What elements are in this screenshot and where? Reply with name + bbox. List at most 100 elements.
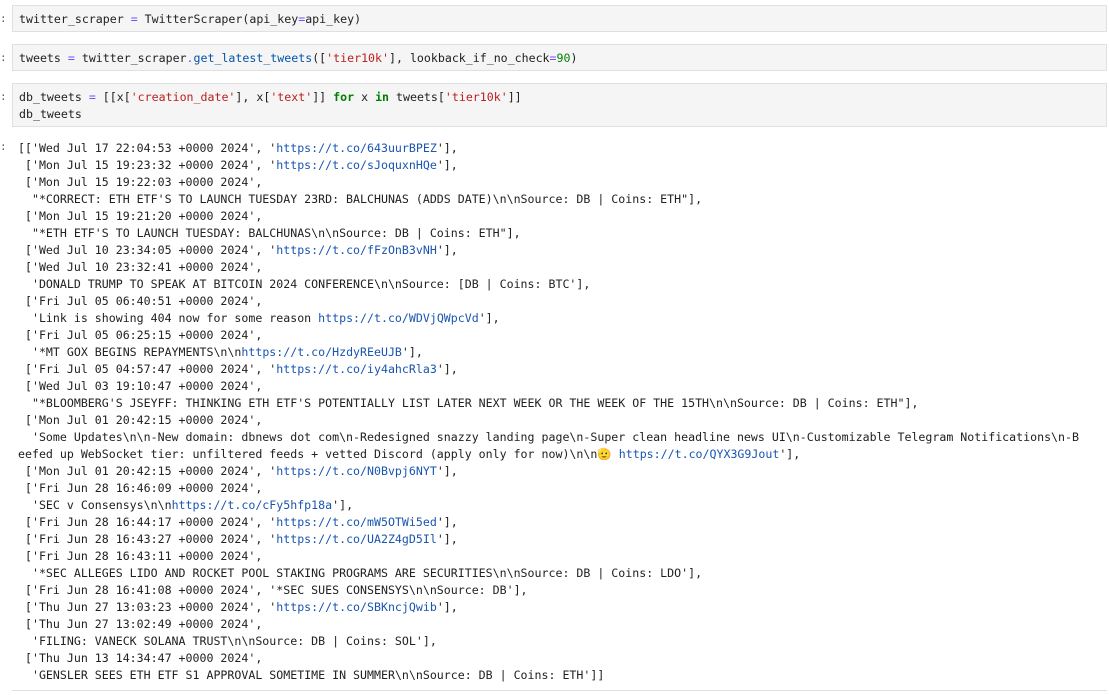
cell-prompt: : — [0, 90, 7, 103]
output-text: '], — [436, 141, 458, 155]
output-line: ['Fri Jun 28 16:43:11 +0000 2024', — [18, 548, 1106, 565]
tweet-link[interactable]: https://t.co/fFzOnB3vNH — [276, 243, 437, 257]
tweet-link[interactable]: https://t.co/mW5OTWi5ed — [276, 515, 437, 529]
tweet-link[interactable]: https://t.co/UA2Z4gD5Il — [276, 532, 437, 546]
output-text: '], — [478, 311, 500, 325]
output-text: '], — [436, 532, 458, 546]
code-token: in — [375, 90, 390, 104]
output-text: 'Link is showing 404 now for some reason — [18, 311, 319, 325]
code-token: twitter_scraper — [74, 51, 187, 65]
output-line: ['Mon Jul 15 19:23:32 +0000 2024', 'http… — [18, 157, 1106, 174]
code-token: 'tier10k' — [444, 90, 508, 104]
code-token: for — [333, 90, 355, 104]
output-text: 'Some Updates\n\n-New domain: dbnews dot… — [18, 430, 1079, 444]
tweet-link[interactable]: https://t.co/QYX3G9Jout — [619, 447, 780, 461]
code-token: = — [67, 51, 75, 65]
output-text: "*ETH ETF'S TO LAUNCH TUESDAY: BALCHUNAS… — [18, 226, 521, 240]
output-text: 'GENSLER SEES ETH ETF S1 APPROVAL SOMETI… — [18, 668, 605, 682]
output-text: eefed up WebSocket tier: unfiltered feed… — [18, 447, 619, 461]
code-token: tweets — [19, 51, 68, 65]
tweet-link[interactable]: https://t.co/643uurBPEZ — [276, 141, 437, 155]
output-text: ['Mon Jul 15 19:21:20 +0000 2024', — [18, 209, 263, 223]
output-text: '*MT GOX BEGINS REPAYMENTS\n\n — [18, 345, 242, 359]
tweet-link[interactable]: https://t.co/SBKncjQwib — [276, 600, 437, 614]
code-token: ]] — [507, 90, 522, 104]
output-line: 'DONALD TRUMP TO SPEAK AT BITCOIN 2024 C… — [18, 276, 1106, 293]
output-line: [['Wed Jul 17 22:04:53 +0000 2024', 'htt… — [18, 140, 1106, 157]
output-text: 'FILING: VANECK SOLANA TRUST\n\nSource: … — [18, 634, 437, 648]
code-token: ], x[ — [235, 90, 271, 104]
output-text: ['Mon Jul 15 19:23:32 +0000 2024', ' — [18, 158, 277, 172]
output-line: 'Link is showing 404 now for some reason… — [18, 310, 1106, 327]
tweet-link[interactable]: https://t.co/cFy5hfp18a — [172, 498, 333, 512]
output-text: '], — [779, 447, 801, 461]
cell-prompt: : — [0, 51, 7, 64]
cell-output: [['Wed Jul 17 22:04:53 +0000 2024', 'htt… — [18, 140, 1106, 684]
output-line: ['Thu Jun 27 13:03:23 +0000 2024', 'http… — [18, 599, 1106, 616]
output-line: ['Thu Jun 27 13:02:49 +0000 2024', — [18, 616, 1106, 633]
tweet-link[interactable]: https://t.co/HzdyREeUJB — [241, 345, 402, 359]
code-token: 'tier10k' — [326, 51, 389, 65]
tweet-link[interactable]: https://t.co/sJoquxnHQe — [276, 158, 437, 172]
code-token: 'creation_date' — [130, 90, 236, 104]
output-text: '], — [436, 158, 458, 172]
output-text: '], — [436, 515, 458, 529]
output-text: 'DONALD TRUMP TO SPEAK AT BITCOIN 2024 C… — [18, 277, 591, 291]
output-line: ['Fri Jul 05 04:57:47 +0000 2024', 'http… — [18, 361, 1106, 378]
output-line: '*SEC ALLEGES LIDO AND ROCKET POOL STAKI… — [18, 565, 1106, 582]
output-line: ['Fri Jul 05 06:25:15 +0000 2024', — [18, 327, 1106, 344]
code-token: TwitterScraper(api_key — [137, 12, 299, 26]
output-line: ['Mon Jul 01 20:42:15 +0000 2024', 'http… — [18, 463, 1106, 480]
code-token: db_tweets — [19, 90, 89, 104]
output-text: '], — [332, 498, 354, 512]
output-text: ['Fri Jun 28 16:41:08 +0000 2024', '*SEC… — [18, 583, 528, 597]
output-text: ['Fri Jul 05 06:25:15 +0000 2024', — [18, 328, 263, 342]
output-text: ['Mon Jul 15 19:22:03 +0000 2024', — [18, 175, 263, 189]
output-text: ['Fri Jun 28 16:46:09 +0000 2024', — [18, 481, 263, 495]
output-line: 'FILING: VANECK SOLANA TRUST\n\nSource: … — [18, 633, 1106, 650]
code-cell-scraper-init[interactable]: twitter_scraper = TwitterScraper(api_key… — [12, 5, 1107, 32]
output-text: ['Mon Jul 01 20:42:15 +0000 2024', — [18, 413, 263, 427]
output-line: ['Wed Jul 10 23:34:05 +0000 2024', 'http… — [18, 242, 1106, 259]
output-text: '], — [436, 464, 458, 478]
code-token: twitter_scraper — [19, 12, 131, 26]
output-line: ['Fri Jun 28 16:44:17 +0000 2024', 'http… — [18, 514, 1106, 531]
code-token: 90 — [556, 51, 571, 65]
output-text: ['Thu Jun 27 13:03:23 +0000 2024', ' — [18, 600, 277, 614]
code-token: db_tweets — [19, 107, 82, 121]
tweet-link[interactable]: https://t.co/WDVjQWpcVd — [318, 311, 479, 325]
code-token: tweets[ — [389, 90, 445, 104]
code-cell-get-tweets[interactable]: tweets = twitter_scraper.get_latest_twee… — [12, 44, 1107, 71]
output-line: '*MT GOX BEGINS REPAYMENTS\n\nhttps://t.… — [18, 344, 1106, 361]
code-line: twitter_scraper = TwitterScraper(api_key… — [19, 11, 1100, 28]
output-text: ['Fri Jul 05 06:40:51 +0000 2024', — [18, 294, 263, 308]
output-line: "*CORRECT: ETH ETF'S TO LAUNCH TUESDAY 2… — [18, 191, 1106, 208]
output-text: ['Fri Jun 28 16:43:27 +0000 2024', ' — [18, 532, 277, 546]
output-text: ['Thu Jun 27 13:02:49 +0000 2024', — [18, 617, 263, 631]
output-text: 'SEC v Consensys\n\n — [18, 498, 172, 512]
output-text: ['Wed Jul 10 23:32:41 +0000 2024', — [18, 260, 263, 274]
output-text: "*CORRECT: ETH ETF'S TO LAUNCH TUESDAY 2… — [18, 192, 703, 206]
output-line: 'GENSLER SEES ETH ETF S1 APPROVAL SOMETI… — [18, 667, 1106, 684]
output-line: "*BLOOMBERG'S JSEYFF: THINKING ETH ETF'S… — [18, 395, 1106, 412]
output-line: "*ETH ETF'S TO LAUNCH TUESDAY: BALCHUNAS… — [18, 225, 1106, 242]
output-text: '], — [436, 600, 458, 614]
code-line: db_tweets — [19, 106, 1100, 123]
output-text: ['Thu Jun 13 14:34:47 +0000 2024', — [18, 651, 263, 665]
output-text: '], — [401, 345, 423, 359]
output-prompt: : — [0, 140, 7, 153]
code-line: db_tweets = [[x['creation_date'], x['tex… — [19, 89, 1100, 106]
code-token: api_key) — [305, 12, 362, 26]
code-token: = — [549, 51, 557, 65]
output-line: ['Mon Jul 01 20:42:15 +0000 2024', — [18, 412, 1106, 429]
output-line: eefed up WebSocket tier: unfiltered feed… — [18, 446, 1106, 463]
tweet-link[interactable]: https://t.co/iy4ahcRla3 — [276, 362, 437, 376]
output-line: 'Some Updates\n\n-New domain: dbnews dot… — [18, 429, 1106, 446]
output-divider — [12, 690, 1107, 691]
output-text: ['Wed Jul 03 19:10:47 +0000 2024', — [18, 379, 263, 393]
tweet-link[interactable]: https://t.co/N0Bvpj6NYT — [276, 464, 437, 478]
code-cell-db-tweets[interactable]: db_tweets = [[x['creation_date'], x['tex… — [12, 83, 1107, 127]
output-line: ['Fri Jun 28 16:46:09 +0000 2024', — [18, 480, 1106, 497]
output-line: ['Fri Jul 05 06:40:51 +0000 2024', — [18, 293, 1106, 310]
code-token: ([ — [312, 51, 327, 65]
